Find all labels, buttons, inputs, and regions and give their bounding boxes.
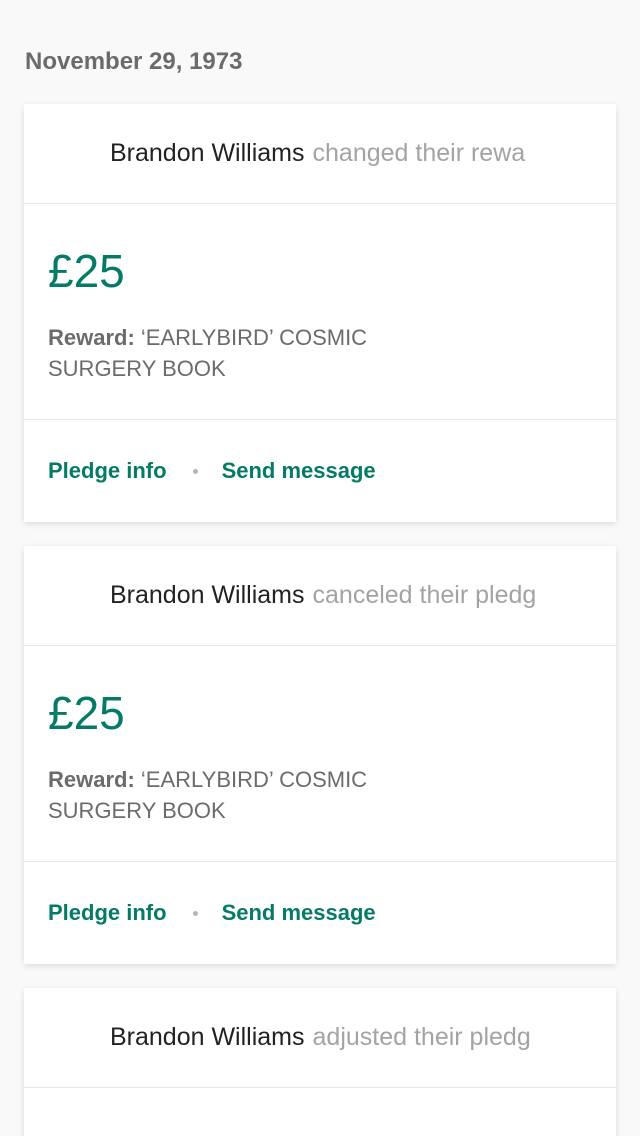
- backer-name: Brandon Williams: [110, 1023, 305, 1051]
- backer-name: Brandon Williams: [110, 581, 305, 609]
- activity-action: canceled their pledg: [312, 581, 537, 609]
- activity-feed: November 29, 1973 Brandon Williams chang…: [0, 0, 640, 1136]
- backer-name: Brandon Williams: [110, 139, 305, 167]
- reward-label: Reward:: [48, 325, 135, 350]
- separator-dot: [192, 468, 198, 474]
- card-actions: Pledge info Send message: [24, 862, 616, 964]
- separator-dot: [192, 910, 198, 916]
- send-message-button[interactable]: Send message: [222, 458, 376, 484]
- pledge-amount: £25: [48, 687, 125, 739]
- activity-card: Brandon Williams adjusted their pledg: [24, 988, 616, 1136]
- pledge-details: £25 Reward: ‘EARLYBIRD’ COSMIC SURGERY B…: [24, 646, 616, 862]
- reward-description: Reward: ‘EARLYBIRD’ COSMIC SURGERY BOOK: [48, 322, 418, 384]
- card-actions: Pledge info Send message: [24, 420, 616, 522]
- pledge-details: £25 Reward: ‘EARLYBIRD’ COSMIC SURGERY B…: [24, 204, 616, 420]
- send-message-button[interactable]: Send message: [222, 900, 376, 926]
- activity-card: Brandon Williams canceled their pledg £2…: [24, 546, 616, 964]
- activity-action: adjusted their pledg: [312, 1023, 531, 1051]
- pledge-amount: £25: [48, 245, 125, 297]
- reward-description: Reward: ‘EARLYBIRD’ COSMIC SURGERY BOOK: [48, 764, 418, 826]
- activity-action: changed their rewa: [312, 139, 526, 167]
- date-header: November 29, 1973: [25, 48, 243, 75]
- activity-header[interactable]: Brandon Williams adjusted their pledg: [24, 988, 616, 1088]
- activity-header[interactable]: Brandon Williams changed their rewa: [24, 104, 616, 204]
- activity-header[interactable]: Brandon Williams canceled their pledg: [24, 546, 616, 646]
- reward-label: Reward:: [48, 767, 135, 792]
- pledge-info-button[interactable]: Pledge info: [48, 458, 167, 484]
- pledge-info-button[interactable]: Pledge info: [48, 900, 167, 926]
- activity-card: Brandon Williams changed their rewa £25 …: [24, 104, 616, 522]
